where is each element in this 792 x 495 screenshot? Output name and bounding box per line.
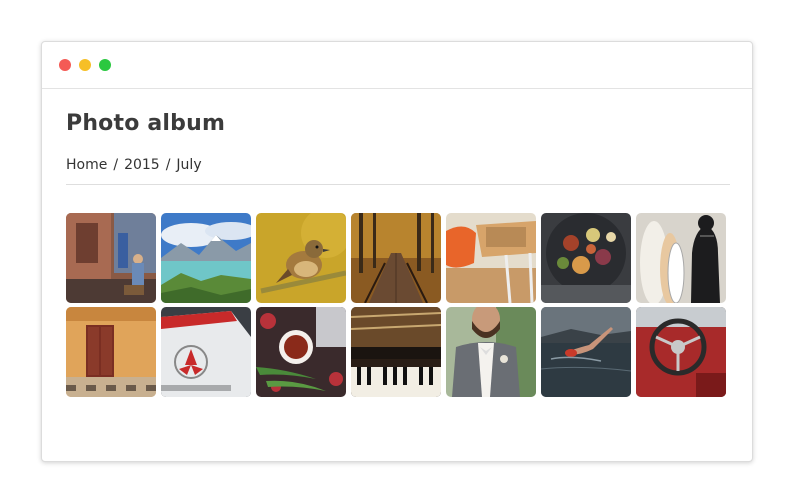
photo-thumbnail[interactable] bbox=[636, 307, 726, 397]
photo-thumbnail[interactable] bbox=[351, 213, 441, 303]
orange-building-image bbox=[66, 307, 156, 397]
tea-flowers-image bbox=[256, 307, 346, 397]
photo-thumbnail[interactable] bbox=[66, 213, 156, 303]
window-titlebar bbox=[42, 42, 752, 89]
surfer-image bbox=[636, 213, 726, 303]
close-window-button[interactable] bbox=[59, 59, 71, 71]
red-car-interior-image bbox=[636, 307, 726, 397]
photo-thumbnail[interactable] bbox=[161, 213, 251, 303]
bird-image bbox=[256, 213, 346, 303]
breadcrumb: Home / 2015 / July bbox=[66, 157, 730, 185]
photo-thumbnail[interactable] bbox=[636, 213, 726, 303]
photo-thumbnail[interactable] bbox=[66, 307, 156, 397]
maximize-window-button[interactable] bbox=[99, 59, 111, 71]
photo-thumbnail[interactable] bbox=[541, 307, 631, 397]
photo-grid bbox=[66, 213, 730, 397]
mountain-lake-image bbox=[161, 213, 251, 303]
photo-thumbnail[interactable] bbox=[351, 307, 441, 397]
minimize-window-button[interactable] bbox=[79, 59, 91, 71]
photo-thumbnail[interactable] bbox=[256, 307, 346, 397]
woman-in-alley-image bbox=[66, 213, 156, 303]
browser-window: Photo album Home / 2015 / July bbox=[41, 41, 753, 462]
breadcrumb-month: July bbox=[176, 157, 202, 173]
chair-desk-image bbox=[446, 213, 536, 303]
photo-thumbnail[interactable] bbox=[161, 307, 251, 397]
swimmer-image bbox=[541, 307, 631, 397]
vintage-car-image bbox=[161, 307, 251, 397]
page-title: Photo album bbox=[66, 111, 226, 136]
forest-boardwalk-image bbox=[351, 213, 441, 303]
photo-thumbnail[interactable] bbox=[446, 213, 536, 303]
piano-image bbox=[351, 307, 441, 397]
man-in-suit-image bbox=[446, 307, 536, 397]
photo-thumbnail[interactable] bbox=[256, 213, 346, 303]
photo-thumbnail[interactable] bbox=[541, 213, 631, 303]
photo-thumbnail[interactable] bbox=[446, 307, 536, 397]
breadcrumb-home[interactable]: Home bbox=[66, 157, 107, 173]
breadcrumb-separator: / bbox=[165, 157, 171, 173]
food-platter-image bbox=[541, 213, 631, 303]
breadcrumb-separator: / bbox=[113, 157, 119, 173]
breadcrumb-year[interactable]: 2015 bbox=[124, 157, 160, 173]
